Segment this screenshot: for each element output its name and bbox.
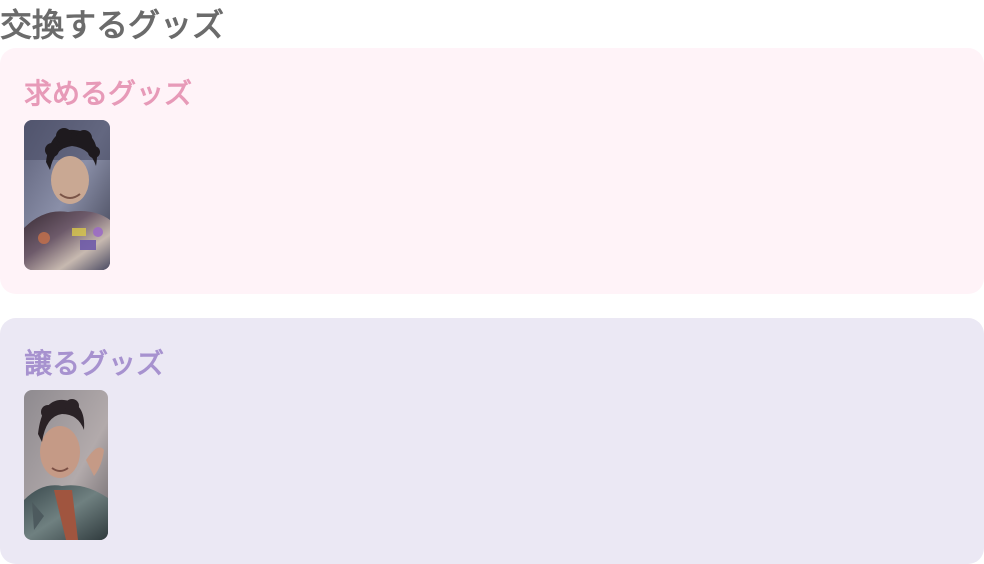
- give-goods-photocard[interactable]: [24, 390, 108, 540]
- give-goods-section: 譲るグッズ: [0, 318, 984, 564]
- want-goods-photocard[interactable]: [24, 120, 110, 270]
- photocard-image-icon: [24, 390, 108, 540]
- photocard-image-icon: [24, 120, 110, 270]
- want-goods-label: 求めるグッズ: [24, 77, 193, 110]
- page-title: 交換するグッズ: [0, 6, 225, 44]
- want-goods-section: 求めるグッズ: [0, 48, 984, 294]
- give-goods-label: 譲るグッズ: [24, 347, 165, 380]
